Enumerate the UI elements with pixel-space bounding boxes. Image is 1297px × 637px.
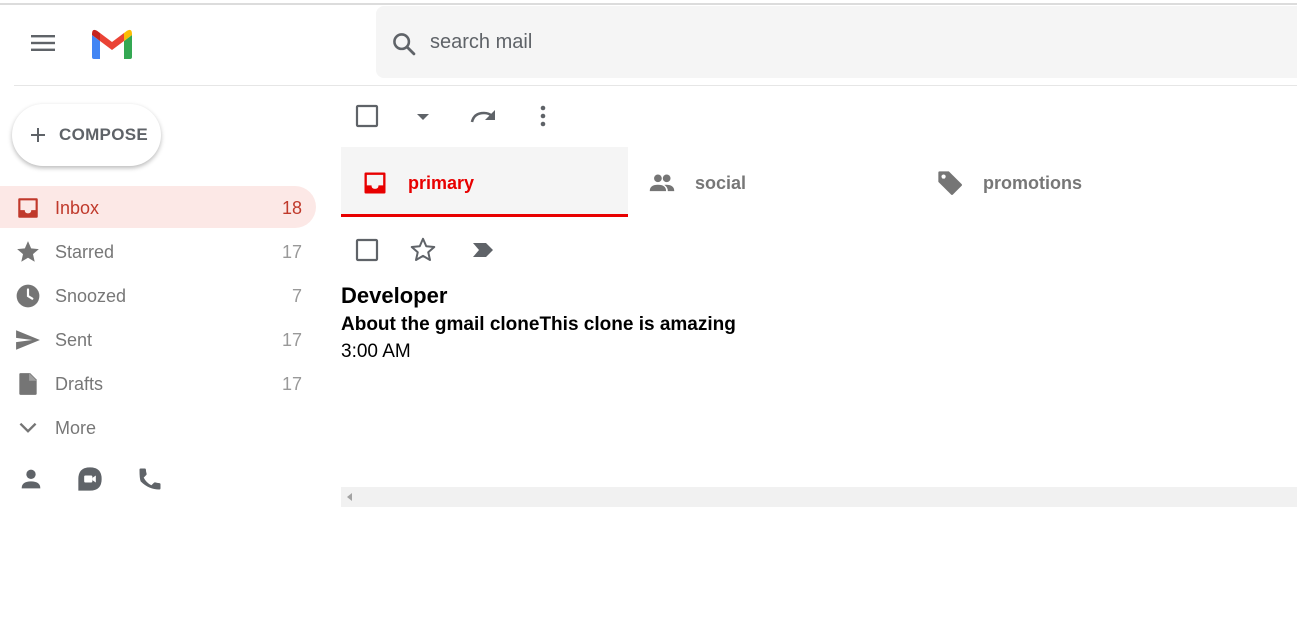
people-icon [648, 169, 676, 197]
sidebar-item-count: 7 [291, 286, 302, 306]
duo-icon[interactable] [76, 465, 104, 493]
inbox-icon [15, 195, 41, 221]
inbox-icon [361, 169, 389, 197]
sidebar-item-drafts[interactable]: Drafts 17 [0, 362, 316, 404]
sidebar-item-count: 18 [281, 198, 302, 218]
send-icon [15, 327, 41, 353]
star-outline-icon[interactable] [408, 235, 438, 265]
tab-primary[interactable]: primary [341, 147, 628, 217]
label-important-icon[interactable] [468, 235, 498, 265]
search-input[interactable] [430, 22, 1250, 62]
tab-social[interactable]: social [628, 147, 915, 217]
sidebar-item-inbox[interactable]: Inbox 18 [0, 186, 316, 228]
sidebar-item-count: 17 [281, 242, 302, 262]
redo-icon[interactable] [468, 101, 498, 131]
tab-label: primary [408, 173, 475, 193]
hamburger-menu-icon[interactable] [28, 31, 58, 55]
star-icon [15, 239, 41, 265]
draft-icon [15, 371, 41, 397]
sidebar-item-count: 17 [281, 330, 302, 350]
more-vert-icon[interactable] [528, 101, 558, 131]
plus-icon [28, 125, 48, 145]
tab-label: social [695, 173, 747, 193]
email-checkbox-icon[interactable] [352, 235, 382, 265]
email-sender: Developer [341, 283, 448, 308]
sidebar-item-label: Inbox [55, 198, 100, 218]
sidebar-item-count: 17 [281, 374, 302, 394]
compose-button[interactable]: COMPOSE [12, 104, 161, 166]
header-divider [14, 85, 1297, 86]
select-all-checkbox-icon[interactable] [352, 101, 382, 131]
sidebar-item-more[interactable]: More [0, 406, 316, 448]
search-bar [376, 6, 1297, 78]
person-icon[interactable] [17, 465, 45, 493]
email-row[interactable]: Developer About the gmail cloneThis clon… [341, 282, 1241, 364]
arrow-drop-down-icon[interactable] [408, 101, 438, 131]
search-icon[interactable] [390, 30, 418, 58]
email-subject: About the gmail cloneThis clone is amazi… [341, 314, 736, 335]
sidebar-item-sent[interactable]: Sent 17 [0, 318, 316, 360]
email-time: 3:00 AM [341, 341, 411, 362]
sidebar-item-label: Sent [55, 330, 93, 350]
tag-icon [936, 169, 964, 197]
sidebar-item-label: Snoozed [55, 286, 127, 306]
sidebar-item-starred[interactable]: Starred 17 [0, 230, 316, 272]
chevron-down-icon [15, 415, 41, 441]
gmail-logo[interactable] [90, 27, 134, 61]
tab-promotions[interactable]: promotions [916, 147, 1203, 217]
horizontal-scrollbar[interactable] [341, 487, 1297, 507]
phone-icon[interactable] [136, 465, 164, 493]
header [0, 5, 1297, 85]
sidebar-item-label: More [55, 418, 97, 438]
compose-label: COMPOSE [59, 125, 149, 144]
tab-label: promotions [983, 173, 1082, 193]
sidebar-item-label: Starred [55, 242, 115, 262]
sidebar-item-label: Drafts [55, 374, 104, 394]
clock-icon [15, 283, 41, 309]
scroll-left-arrow-icon[interactable] [347, 493, 352, 501]
sidebar-item-snoozed[interactable]: Snoozed 7 [0, 274, 316, 316]
